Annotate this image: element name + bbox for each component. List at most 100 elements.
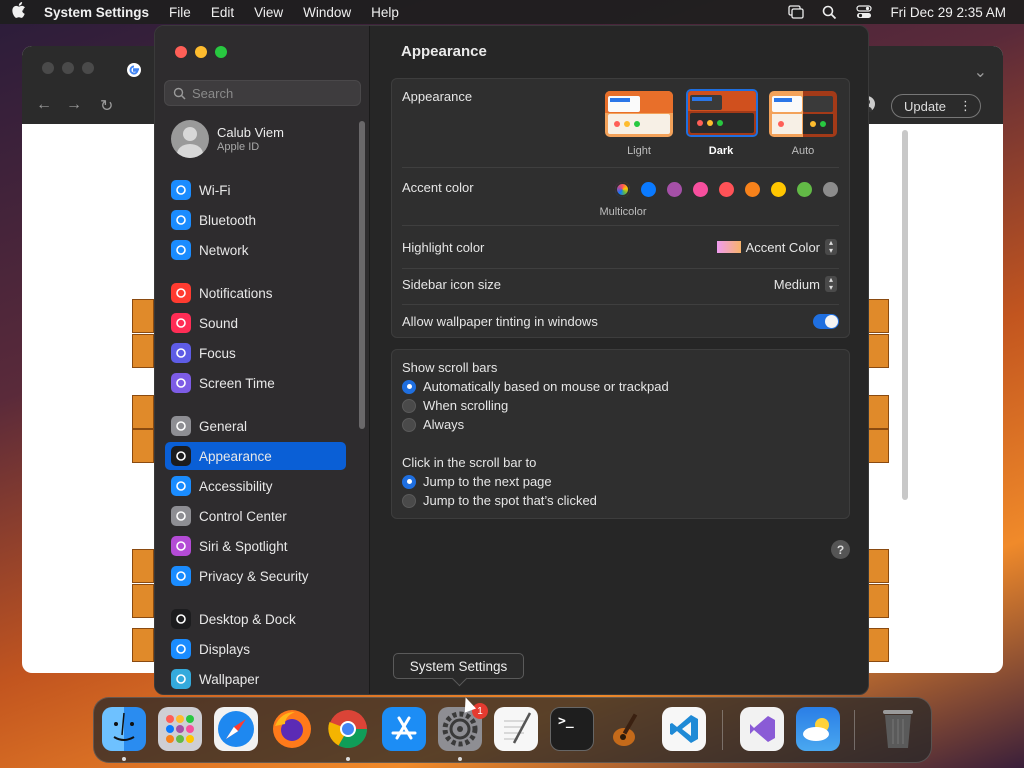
sidebar-item-privacy-security[interactable]: Privacy & Security bbox=[165, 562, 346, 590]
click-spot-option[interactable]: Jump to the spot that’s clicked bbox=[402, 493, 597, 508]
dock-launchpad-icon[interactable] bbox=[158, 707, 202, 751]
click-next-page-option[interactable]: Jump to the next page bbox=[402, 474, 552, 489]
accent-color-swatch[interactable] bbox=[693, 182, 708, 197]
radio-button[interactable] bbox=[402, 417, 416, 432]
sidebar-item-sound[interactable]: Sound bbox=[165, 309, 346, 337]
sidebar-item-siri-spotlight[interactable]: Siri & Spotlight bbox=[165, 532, 346, 560]
sidebar-item-label: Appearance bbox=[199, 448, 272, 464]
dock-firefox-icon[interactable] bbox=[270, 707, 314, 751]
sidebar-item-focus[interactable]: Focus bbox=[165, 339, 346, 367]
divider bbox=[402, 167, 839, 168]
divider bbox=[402, 304, 839, 305]
dock-garageband-icon[interactable] bbox=[606, 707, 650, 751]
wallpaper-tinting-toggle[interactable] bbox=[813, 314, 839, 329]
sidebar-item-displays[interactable]: Displays bbox=[165, 635, 346, 663]
dock-tooltip: System Settings bbox=[393, 653, 524, 679]
scroll-bars-auto-option[interactable]: Automatically based on mouse or trackpad bbox=[402, 379, 669, 394]
search-input[interactable] bbox=[192, 85, 352, 101]
accent-color-swatch[interactable] bbox=[745, 182, 760, 197]
sidebar-item-notifications[interactable]: Notifications bbox=[165, 279, 346, 307]
dock-weather-icon[interactable] bbox=[796, 707, 840, 751]
browser-zoom-button[interactable] bbox=[82, 62, 94, 74]
menu-file[interactable]: File bbox=[169, 5, 191, 20]
radio-button[interactable] bbox=[402, 398, 416, 413]
browser-scrollbar[interactable] bbox=[902, 130, 908, 500]
browser-close-button[interactable] bbox=[42, 62, 54, 74]
zoom-button[interactable] bbox=[215, 46, 227, 58]
radio-button[interactable] bbox=[402, 379, 416, 394]
appearance-group: Appearance Light Dark Auto Accent color … bbox=[391, 78, 850, 338]
appearance-light-option[interactable] bbox=[605, 91, 673, 137]
appearance-auto-option[interactable] bbox=[769, 91, 837, 137]
accent-color-swatch[interactable] bbox=[667, 182, 682, 197]
tab-list-chevron-icon[interactable]: ⌄ bbox=[974, 62, 987, 82]
dock-chrome-icon[interactable] bbox=[326, 707, 370, 751]
accent-multicolor-swatch[interactable] bbox=[615, 182, 630, 197]
page-decoration bbox=[867, 584, 889, 618]
bluetooth-icon bbox=[171, 210, 191, 230]
scroll-bars-always-option[interactable]: Always bbox=[402, 417, 464, 432]
radio-button[interactable] bbox=[402, 493, 416, 508]
browser-forward-icon[interactable]: → bbox=[66, 96, 82, 114]
dock-trash-icon[interactable] bbox=[876, 707, 920, 751]
icon-size-value: Medium bbox=[773, 276, 820, 292]
close-button[interactable] bbox=[175, 46, 187, 58]
dock-finder-icon[interactable] bbox=[102, 707, 146, 751]
spotlight-search-icon[interactable] bbox=[822, 5, 838, 20]
dock-textedit-icon[interactable] bbox=[494, 707, 538, 751]
menu-window[interactable]: Window bbox=[303, 5, 351, 20]
menu-edit[interactable]: Edit bbox=[211, 5, 234, 20]
more-menu-icon[interactable]: ⋮ bbox=[959, 98, 972, 114]
apple-menu-icon[interactable] bbox=[12, 2, 30, 22]
search-field[interactable] bbox=[164, 80, 361, 106]
dock-separator bbox=[722, 710, 723, 750]
control-center-icon[interactable] bbox=[856, 5, 873, 19]
google-favicon-icon[interactable] bbox=[126, 62, 142, 83]
sidebar-item-network[interactable]: Network bbox=[165, 236, 346, 264]
dock-safari-icon[interactable] bbox=[214, 707, 258, 751]
sidebar-item-bluetooth[interactable]: Bluetooth bbox=[165, 206, 346, 234]
browser-minimize-button[interactable] bbox=[62, 62, 74, 74]
appearance-dark-caption: Dark bbox=[708, 145, 734, 157]
highlight-color-popup[interactable]: Accent Color ▴ ▾ bbox=[716, 239, 837, 255]
help-button[interactable]: ? bbox=[831, 540, 850, 559]
radio-button[interactable] bbox=[402, 474, 416, 489]
browser-update-button[interactable]: Update ⋮ bbox=[891, 94, 981, 118]
appearance-light-caption: Light bbox=[627, 145, 651, 157]
accent-color-swatch[interactable] bbox=[771, 182, 786, 197]
scroll-bars-scrolling-option[interactable]: When scrolling bbox=[402, 398, 508, 413]
sidebar-item-desktop-dock[interactable]: Desktop & Dock bbox=[165, 605, 346, 633]
sidebar-item-control-center[interactable]: Control Center bbox=[165, 502, 346, 530]
dock-app-store-icon[interactable] bbox=[382, 707, 426, 751]
sidebar-item-general[interactable]: General bbox=[165, 412, 346, 440]
dock-terminal-icon[interactable]: >_ bbox=[550, 707, 594, 751]
sidebar-item-label: Privacy & Security bbox=[199, 568, 309, 584]
appearance-dark-option[interactable] bbox=[686, 89, 758, 137]
browser-back-icon[interactable]: ← bbox=[36, 96, 52, 114]
menu-view[interactable]: View bbox=[254, 5, 283, 20]
screen-mirroring-icon[interactable] bbox=[788, 5, 805, 19]
sidebar-scrollbar[interactable] bbox=[359, 121, 365, 429]
menu-help[interactable]: Help bbox=[371, 5, 399, 20]
sidebar-item-label: Notifications bbox=[199, 285, 273, 301]
sidebar-item-screen-time[interactable]: Screen Time bbox=[165, 369, 346, 397]
accent-color-swatch[interactable] bbox=[719, 182, 734, 197]
apple-id-profile[interactable]: Calub Viem Apple ID bbox=[171, 120, 284, 158]
sidebar-item-label: Accessibility bbox=[199, 478, 273, 494]
accent-color-swatch[interactable] bbox=[641, 182, 656, 197]
dock-visual-studio-icon[interactable] bbox=[740, 707, 784, 751]
sidebar-item-appearance[interactable]: Appearance bbox=[165, 442, 346, 470]
menu-app-name[interactable]: System Settings bbox=[44, 5, 149, 20]
minimize-button[interactable] bbox=[195, 46, 207, 58]
sidebar-item-accessibility[interactable]: Accessibility bbox=[165, 472, 346, 500]
icon-size-popup[interactable]: Medium ▴ ▾ bbox=[774, 276, 837, 292]
browser-reload-icon[interactable]: ↻ bbox=[100, 96, 113, 116]
siri-icon bbox=[171, 536, 191, 556]
sidebar-item-wallpaper[interactable]: Wallpaper bbox=[165, 665, 346, 693]
sidebar-item-wi-fi[interactable]: Wi-Fi bbox=[165, 176, 346, 204]
menubar-clock[interactable]: Fri Dec 29 2:35 AM bbox=[890, 5, 1006, 20]
scroll-bars-group: Show scroll bars Automatically based on … bbox=[391, 349, 850, 519]
accent-color-swatch[interactable] bbox=[823, 182, 838, 197]
accent-color-swatch[interactable] bbox=[797, 182, 812, 197]
dock-vscode-icon[interactable] bbox=[662, 707, 706, 751]
